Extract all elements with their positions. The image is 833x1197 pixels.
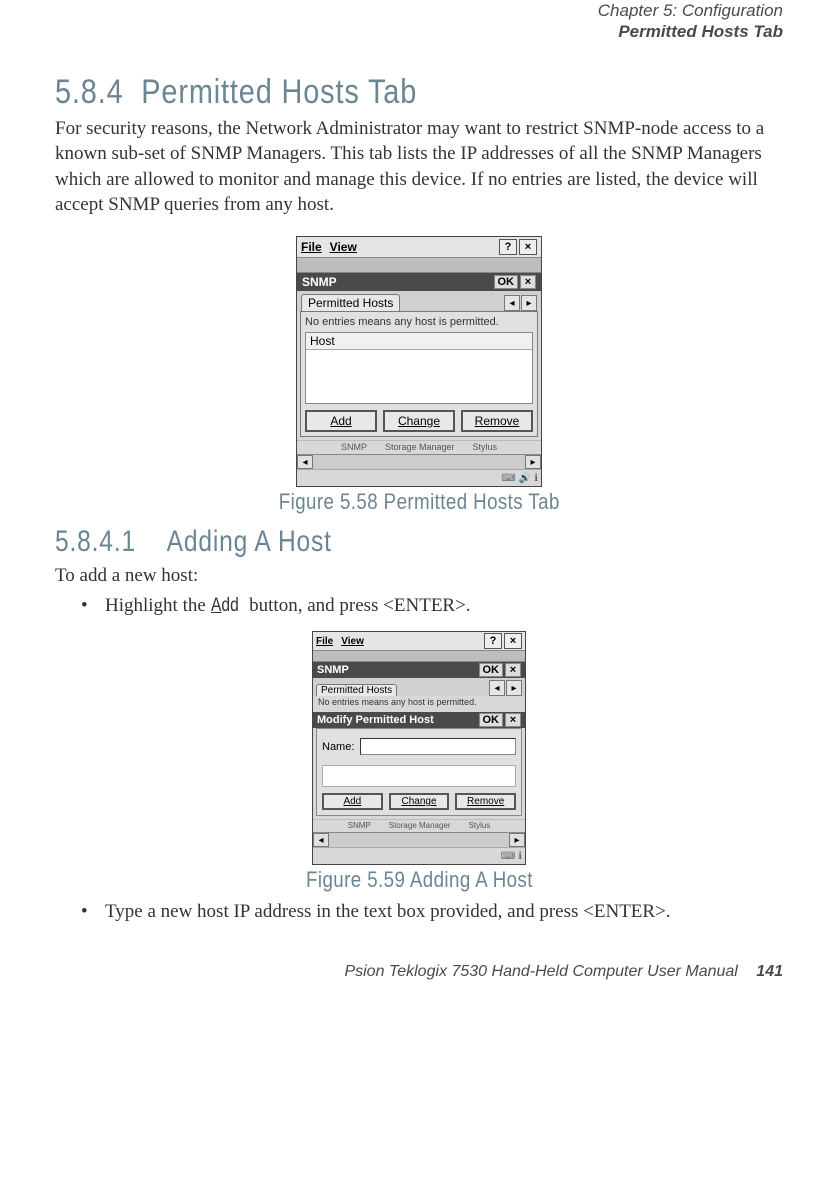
menu-file[interactable]: File [316,636,333,647]
add-button[interactable]: Add [322,793,383,810]
page-number: 141 [756,963,783,980]
tab-permitted-hosts[interactable]: Permitted Hosts [301,294,400,311]
change-button[interactable]: Change [383,410,455,432]
window-titlebar-snmp: SNMP OK × [313,662,525,678]
menu-file[interactable]: File [301,240,322,254]
footer-text: Psion Teklogix 7530 Hand-Held Computer U… [344,963,737,980]
scroll-left-icon[interactable]: ◂ [297,455,313,469]
menubar: File View ? × [313,632,525,651]
paragraph-5-8-4: For security reasons, the Network Admini… [55,116,783,219]
tray-icon: ℹ [518,851,522,862]
desktop-icon-snmp[interactable]: SNMP [341,443,367,452]
tab-scroll-left-icon[interactable]: ◂ [504,295,520,311]
scroll-right-icon[interactable]: ▸ [509,833,525,847]
scroll-left-icon[interactable]: ◂ [313,833,329,847]
horizontal-scrollbar[interactable]: ◂ ▸ [297,454,541,469]
window-titlebar: SNMP OK × [297,273,541,291]
bullet-1: Highlight the Add button, and press <ENT… [81,595,783,617]
window-title-modify: Modify Permitted Host [317,714,434,726]
bullet-1-prefix: Highlight the [105,595,211,616]
tab-row: Permitted Hosts ◂ ▸ [297,291,541,311]
ok-button[interactable]: OK [479,663,504,677]
page-footer: Psion Teklogix 7530 Hand-Held Computer U… [55,963,783,981]
remove-button[interactable]: Remove [461,410,533,432]
menu-view[interactable]: View [341,636,364,647]
heading-5-8-4-1: 5.8.4.1 Adding A Host [55,525,652,559]
add-button[interactable]: Add [305,410,377,432]
scroll-right-icon[interactable]: ▸ [525,455,541,469]
ok-button[interactable]: OK [479,713,504,727]
name-label: Name: [322,741,354,753]
change-button[interactable]: Change [389,793,450,810]
heading-title: Permitted Hosts Tab [141,73,417,111]
window-close-icon[interactable]: × [520,275,536,289]
toolbar-spacer [297,258,541,273]
intro-line: To add a new host: [55,565,783,587]
screenshot-permitted-hosts: File View ? × SNMP OK × Permitted Hosts … [296,236,542,487]
desktop-icon-stylus[interactable]: Stylus [469,822,491,830]
desktop-icon-stylus[interactable]: Stylus [473,443,498,452]
tab-row: Permitted Hosts ◂ ▸ [313,678,525,696]
bullet-1-suffix: button, and press <ENTER>. [244,595,470,616]
window-close-icon[interactable]: × [505,663,521,677]
remove-button[interactable]: Remove [455,793,516,810]
scroll-track[interactable] [313,455,525,469]
help-button[interactable]: ? [499,239,517,255]
close-button[interactable]: × [504,633,522,649]
hint-text: No entries means any host is permitted. [305,316,533,328]
desktop-icon-storage-manager[interactable]: Storage Manager [385,443,455,452]
figure-caption-5-58: Figure 5.58 Permitted Hosts Tab [278,489,559,515]
modify-panel: Name: Add Change Remove [316,728,522,816]
heading-5-8-4: 5.8.4 Permitted Hosts Tab [55,73,674,112]
chapter-line: Chapter 5: Configuration [55,0,783,21]
scroll-track[interactable] [329,833,509,847]
name-input[interactable] [360,738,516,755]
host-listbox[interactable]: Host [305,332,533,404]
tray-icon: ℹ [534,473,538,484]
window-title: SNMP [317,664,349,676]
host-column-header: Host [306,333,532,350]
window-title: SNMP [302,275,337,289]
hint-text: No entries means any host is permitted. [313,696,525,708]
tray-icon: ⌨ [501,851,515,862]
screenshot-adding-host: File View ? × SNMP OK × Permitted Hosts … [312,631,526,865]
window-close-icon[interactable]: × [505,713,521,727]
heading-number: 5.8.4 [55,73,124,111]
section-line: Permitted Hosts Tab [55,21,783,42]
system-tray: ⌨ ℹ [313,847,525,864]
desktop-icon-snmp[interactable]: SNMP [348,822,371,830]
system-tray: ⌨ 🔊 ℹ [297,469,541,486]
page-header: Chapter 5: Configuration Permitted Hosts… [55,0,783,43]
tab-scroll-right-icon[interactable]: ▸ [506,680,522,696]
tab-panel: No entries means any host is permitted. … [300,311,538,437]
window-titlebar-modify: Modify Permitted Host OK × [313,712,525,728]
add-ref: Add [211,595,239,617]
tray-icon: ⌨ [501,473,515,484]
menu-view[interactable]: View [330,240,357,254]
figure-caption-5-59: Figure 5.59 Adding A Host [306,867,533,893]
horizontal-scrollbar[interactable]: ◂ ▸ [313,832,525,847]
desktop-icon-row: SNMP Storage Manager Stylus [313,819,525,832]
subheading-title: Adding A Host [167,525,332,558]
ok-button[interactable]: OK [494,275,519,289]
desktop-icon-storage-manager[interactable]: Storage Manager [389,822,451,830]
help-button[interactable]: ? [484,633,502,649]
tab-scroll-left-icon[interactable]: ◂ [489,680,505,696]
tab-scroll-right-icon[interactable]: ▸ [521,295,537,311]
close-button[interactable]: × [519,239,537,255]
list-area [322,765,516,787]
tab-permitted-hosts[interactable]: Permitted Hosts [316,684,397,696]
subheading-number: 5.8.4.1 [55,525,136,558]
desktop-icon-row: SNMP Storage Manager Stylus [297,440,541,454]
bullet-2: Type a new host IP address in the text b… [81,901,783,923]
menubar: File View ? × [297,237,541,258]
tray-icon: 🔊 [519,473,531,484]
toolbar-spacer [313,651,525,662]
